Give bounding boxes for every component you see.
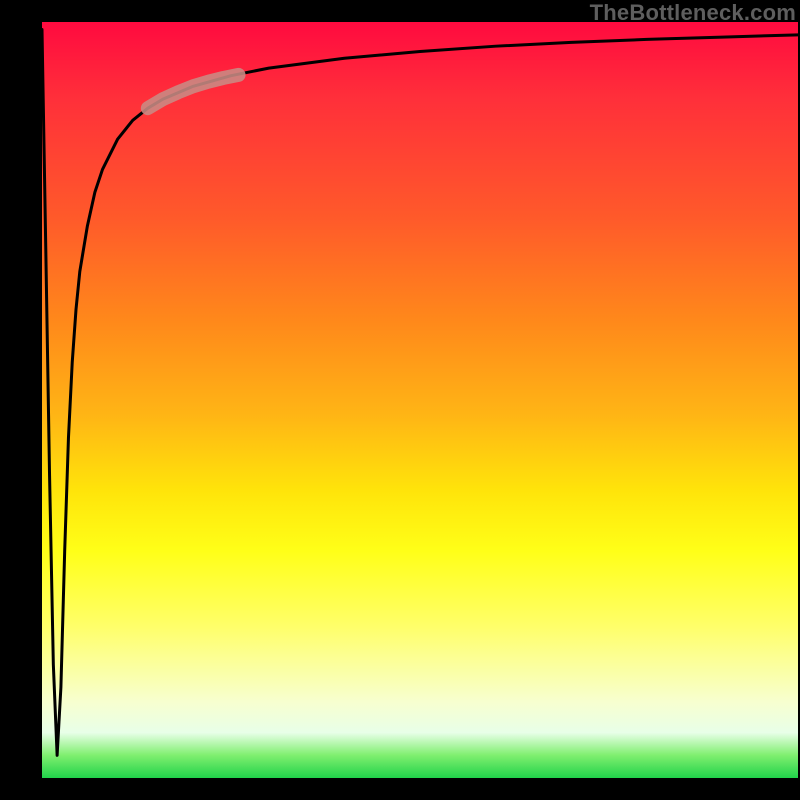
highlight-segment-path <box>148 75 239 108</box>
bottleneck-curve-path <box>42 30 798 756</box>
chart-plot-area <box>42 22 798 778</box>
watermark-label: TheBottleneck.com <box>590 0 796 26</box>
chart-frame: TheBottleneck.com <box>0 0 800 800</box>
chart-svg <box>42 22 798 778</box>
